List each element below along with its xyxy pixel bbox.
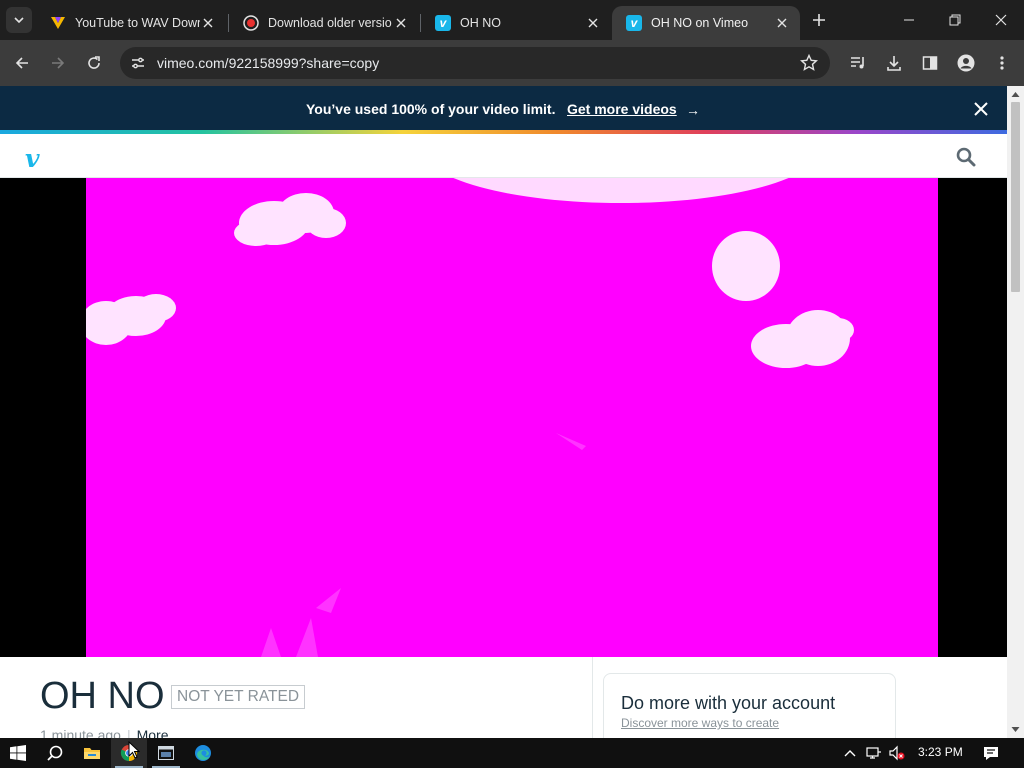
side-panel-icon <box>922 56 938 70</box>
tab-title: OH NO <box>460 16 501 30</box>
video-player[interactable] <box>0 178 1007 657</box>
back-button[interactable] <box>10 51 34 75</box>
mouse-cursor-icon <box>128 741 140 759</box>
tab-title: OH NO on Vimeo <box>651 16 749 30</box>
tab-youtube-to-wav[interactable]: YouTube to WAV Down <box>36 6 226 40</box>
search-icon[interactable] <box>956 147 976 167</box>
windows-start-icon <box>10 745 26 761</box>
profile-button[interactable] <box>956 53 976 73</box>
downloads-button[interactable] <box>884 53 904 73</box>
file-explorer-icon <box>84 748 100 759</box>
banner-close-icon[interactable] <box>972 100 990 118</box>
volume-muted-icon[interactable] <box>889 745 905 761</box>
reading-list-button[interactable] <box>848 53 868 73</box>
restore-icon <box>949 14 961 26</box>
side-panel-button[interactable] <box>920 53 940 73</box>
minimize-icon <box>904 19 914 21</box>
taskbar-file-explorer[interactable] <box>74 738 110 768</box>
kebab-menu-icon <box>1000 56 1004 70</box>
reload-button[interactable] <box>82 51 106 75</box>
search-icon <box>47 745 63 761</box>
profile-icon <box>957 54 975 72</box>
video-frame[interactable] <box>86 178 938 657</box>
browser-toolbar: vimeo.com/922158999?share=copy <box>0 40 1024 86</box>
windows-taskbar: 3:23 PM <box>0 738 1024 768</box>
chevron-up-icon[interactable] <box>842 745 858 761</box>
taskbar-edge[interactable] <box>185 738 221 768</box>
tab-oh-no[interactable]: v OH NO <box>421 6 611 40</box>
scroll-down-arrow-icon[interactable] <box>1011 726 1020 734</box>
meta-separator: | <box>126 727 131 738</box>
edge-icon <box>195 745 211 761</box>
arrow-left-icon <box>15 57 28 69</box>
video-meta: 1 minute ago | More <box>40 727 169 738</box>
column-divider <box>592 657 593 738</box>
minimize-button[interactable] <box>886 0 932 40</box>
plus-icon <box>813 14 825 26</box>
v-logo-icon <box>51 17 65 29</box>
tab-search-button[interactable] <box>6 7 32 33</box>
new-tab-button[interactable] <box>808 9 830 31</box>
address-bar[interactable]: vimeo.com/922158999?share=copy <box>120 47 830 79</box>
video-title: OH NO <box>40 675 165 717</box>
taskbar-clock[interactable]: 3:23 PM <box>918 745 963 759</box>
chevron-down-icon <box>14 17 24 24</box>
close-tab-icon[interactable] <box>585 15 601 31</box>
vimeo-icon: v <box>435 15 451 31</box>
download-icon <box>887 56 901 71</box>
start-button[interactable] <box>0 738 36 768</box>
notification-center-icon[interactable] <box>983 745 999 761</box>
rating-badge: NOT YET RATED <box>171 685 306 709</box>
video-content-image <box>86 178 938 657</box>
close-icon <box>995 14 1007 26</box>
more-link[interactable]: More <box>137 727 169 738</box>
close-tab-icon[interactable] <box>393 15 409 31</box>
page-viewport: You’ve used 100% of your video limit. Ge… <box>0 86 1007 738</box>
tab-oh-no-on-vimeo[interactable]: v OH NO on Vimeo <box>612 6 800 40</box>
account-upsell-card: Do more with your account Discover more … <box>603 673 896 738</box>
vimeo-logo[interactable]: v <box>25 144 40 173</box>
tab-title: Download older versio <box>268 16 392 30</box>
tab-strip: YouTube to WAV Down Download older versi… <box>0 0 1024 40</box>
close-tab-icon[interactable] <box>200 15 216 31</box>
bookmark-star-icon[interactable] <box>800 54 818 72</box>
account-card-heading: Do more with your account <box>621 693 836 713</box>
close-tab-icon[interactable] <box>774 15 790 31</box>
arrow-right-icon: → <box>686 102 700 118</box>
arrow-right-icon <box>52 57 65 69</box>
video-limit-banner: You’ve used 100% of your video limit. Ge… <box>0 86 1007 130</box>
scrollbar-thumb[interactable] <box>1011 102 1020 292</box>
browser-menu-button[interactable] <box>992 53 1012 73</box>
url-text: vimeo.com/922158999?share=copy <box>157 55 380 71</box>
app-window-icon <box>158 746 174 760</box>
scroll-up-arrow-icon[interactable] <box>1011 90 1020 98</box>
upload-age: 1 minute ago <box>40 727 121 738</box>
taskbar-search-button[interactable] <box>37 738 73 768</box>
reload-icon <box>88 56 100 69</box>
video-details: OH NO NOT YET RATED 1 minute ago | More Do… <box>0 657 1007 738</box>
tab-title: YouTube to WAV Down <box>75 16 200 30</box>
network-icon[interactable] <box>866 745 882 761</box>
media-queue-icon <box>851 57 864 69</box>
discover-more-link[interactable]: Discover more ways to create <box>621 716 779 730</box>
vimeo-icon: v <box>626 15 642 31</box>
taskbar-app-window[interactable] <box>148 738 184 768</box>
get-more-videos-link[interactable]: Get more videos <box>567 101 677 117</box>
record-icon <box>243 15 259 31</box>
site-info-icon[interactable] <box>128 53 148 73</box>
restore-button[interactable] <box>932 0 978 40</box>
forward-button[interactable] <box>46 51 70 75</box>
page-scrollbar[interactable] <box>1007 86 1024 738</box>
tab-download-older-version[interactable]: Download older versio <box>229 6 419 40</box>
site-header: v <box>0 134 1007 178</box>
banner-message: You’ve used 100% of your video limit. <box>306 101 556 117</box>
close-window-button[interactable] <box>978 0 1024 40</box>
